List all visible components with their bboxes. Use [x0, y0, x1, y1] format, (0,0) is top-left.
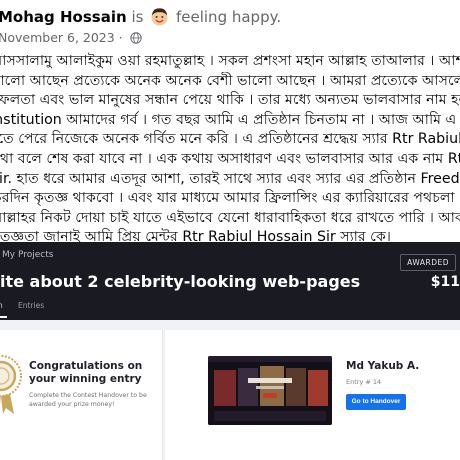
post-line: আসসালামু আলাইকুম ওয়া রহমাতুল্লাহ । সকল … — [0, 53, 460, 69]
contest-title: ite about 2 celebrity-looking web-pages — [0, 272, 361, 291]
winner-name[interactable]: Md Yakub A. — [346, 360, 419, 372]
feeling-text: feeling happy. — [175, 8, 282, 26]
entry-thumbnail-image — [208, 356, 332, 425]
post-line: Sir. হাত ধরে আমার এতদূর আশা, তারই সাথে স… — [0, 170, 460, 187]
contest-header: My Projects AWARDED ite about 2 celebrit… — [0, 242, 460, 320]
breadcrumb[interactable]: My Projects — [2, 250, 53, 260]
prize-amount: $11 — [430, 274, 460, 290]
award-badge-icon — [0, 355, 22, 414]
post-line: কথা বলে শেষ করা যাবে না । এক কথায় অসাধা… — [0, 150, 460, 167]
active-tab-indicator — [0, 316, 7, 318]
post-date[interactable]: November 6, 2023 · — [0, 30, 142, 45]
globe-icon — [129, 32, 142, 44]
post-body: আসসালামু আলাইকুম ওয়া রহমাতুল্লাহ । সকল … — [0, 52, 460, 248]
post-date-text: November 6, 2023 · — [0, 30, 123, 45]
is-text: is — [131, 8, 144, 26]
post-header: Mohag Hossain is feeling happy. November… — [0, 0, 460, 50]
congrats-title: Congratulations on your winning entry — [29, 360, 143, 385]
tab-details[interactable]: n — [0, 301, 3, 310]
go-to-handover-button[interactable]: Go to Handover — [346, 394, 406, 410]
entry-number: Entry # 14 — [346, 378, 382, 386]
congrats-card: Congratulations on your winning entry Co… — [0, 330, 163, 460]
tab-entries[interactable]: Entries — [18, 301, 44, 310]
author-name[interactable]: Mohag Hossain — [0, 8, 127, 26]
divider — [0, 320, 460, 328]
post-line: চিরদিন কৃতজ্ঞ থাকবো । এবং যার মাধ্যমে আম… — [0, 190, 460, 207]
author-line: Mohag Hossain is feeling happy. — [0, 7, 281, 26]
embedded-screenshot[interactable]: My Projects AWARDED ite about 2 celebrit… — [0, 242, 460, 460]
post-line: Institution আমাদের গর্ব । গত বছর আমি এ প… — [0, 111, 460, 128]
post-line: আল্লাহর নিকট দোয়া চাই যাতে এইভাবে যেনো … — [0, 209, 460, 226]
post-line: ভালো আছেন প্রত্যেকে অনেক অনেক বেশী ভালো … — [0, 72, 460, 89]
winner-card: Md Yakub A. Entry # 14 Go to Handover — [165, 330, 460, 460]
congrats-subtitle: Complete the Contest Handover to be awar… — [29, 392, 147, 408]
post-line: হতে পেরে নিজেকে অনেক গর্বিত মনে করি । এ … — [0, 131, 460, 148]
awarded-badge: AWARDED — [400, 254, 456, 271]
post-line: সফলতা এবং ভাল মানুষের সন্ধান পেয়ে থাকি … — [0, 92, 460, 109]
entry-thumbnail[interactable] — [208, 356, 332, 425]
happy-face-icon — [151, 8, 168, 26]
